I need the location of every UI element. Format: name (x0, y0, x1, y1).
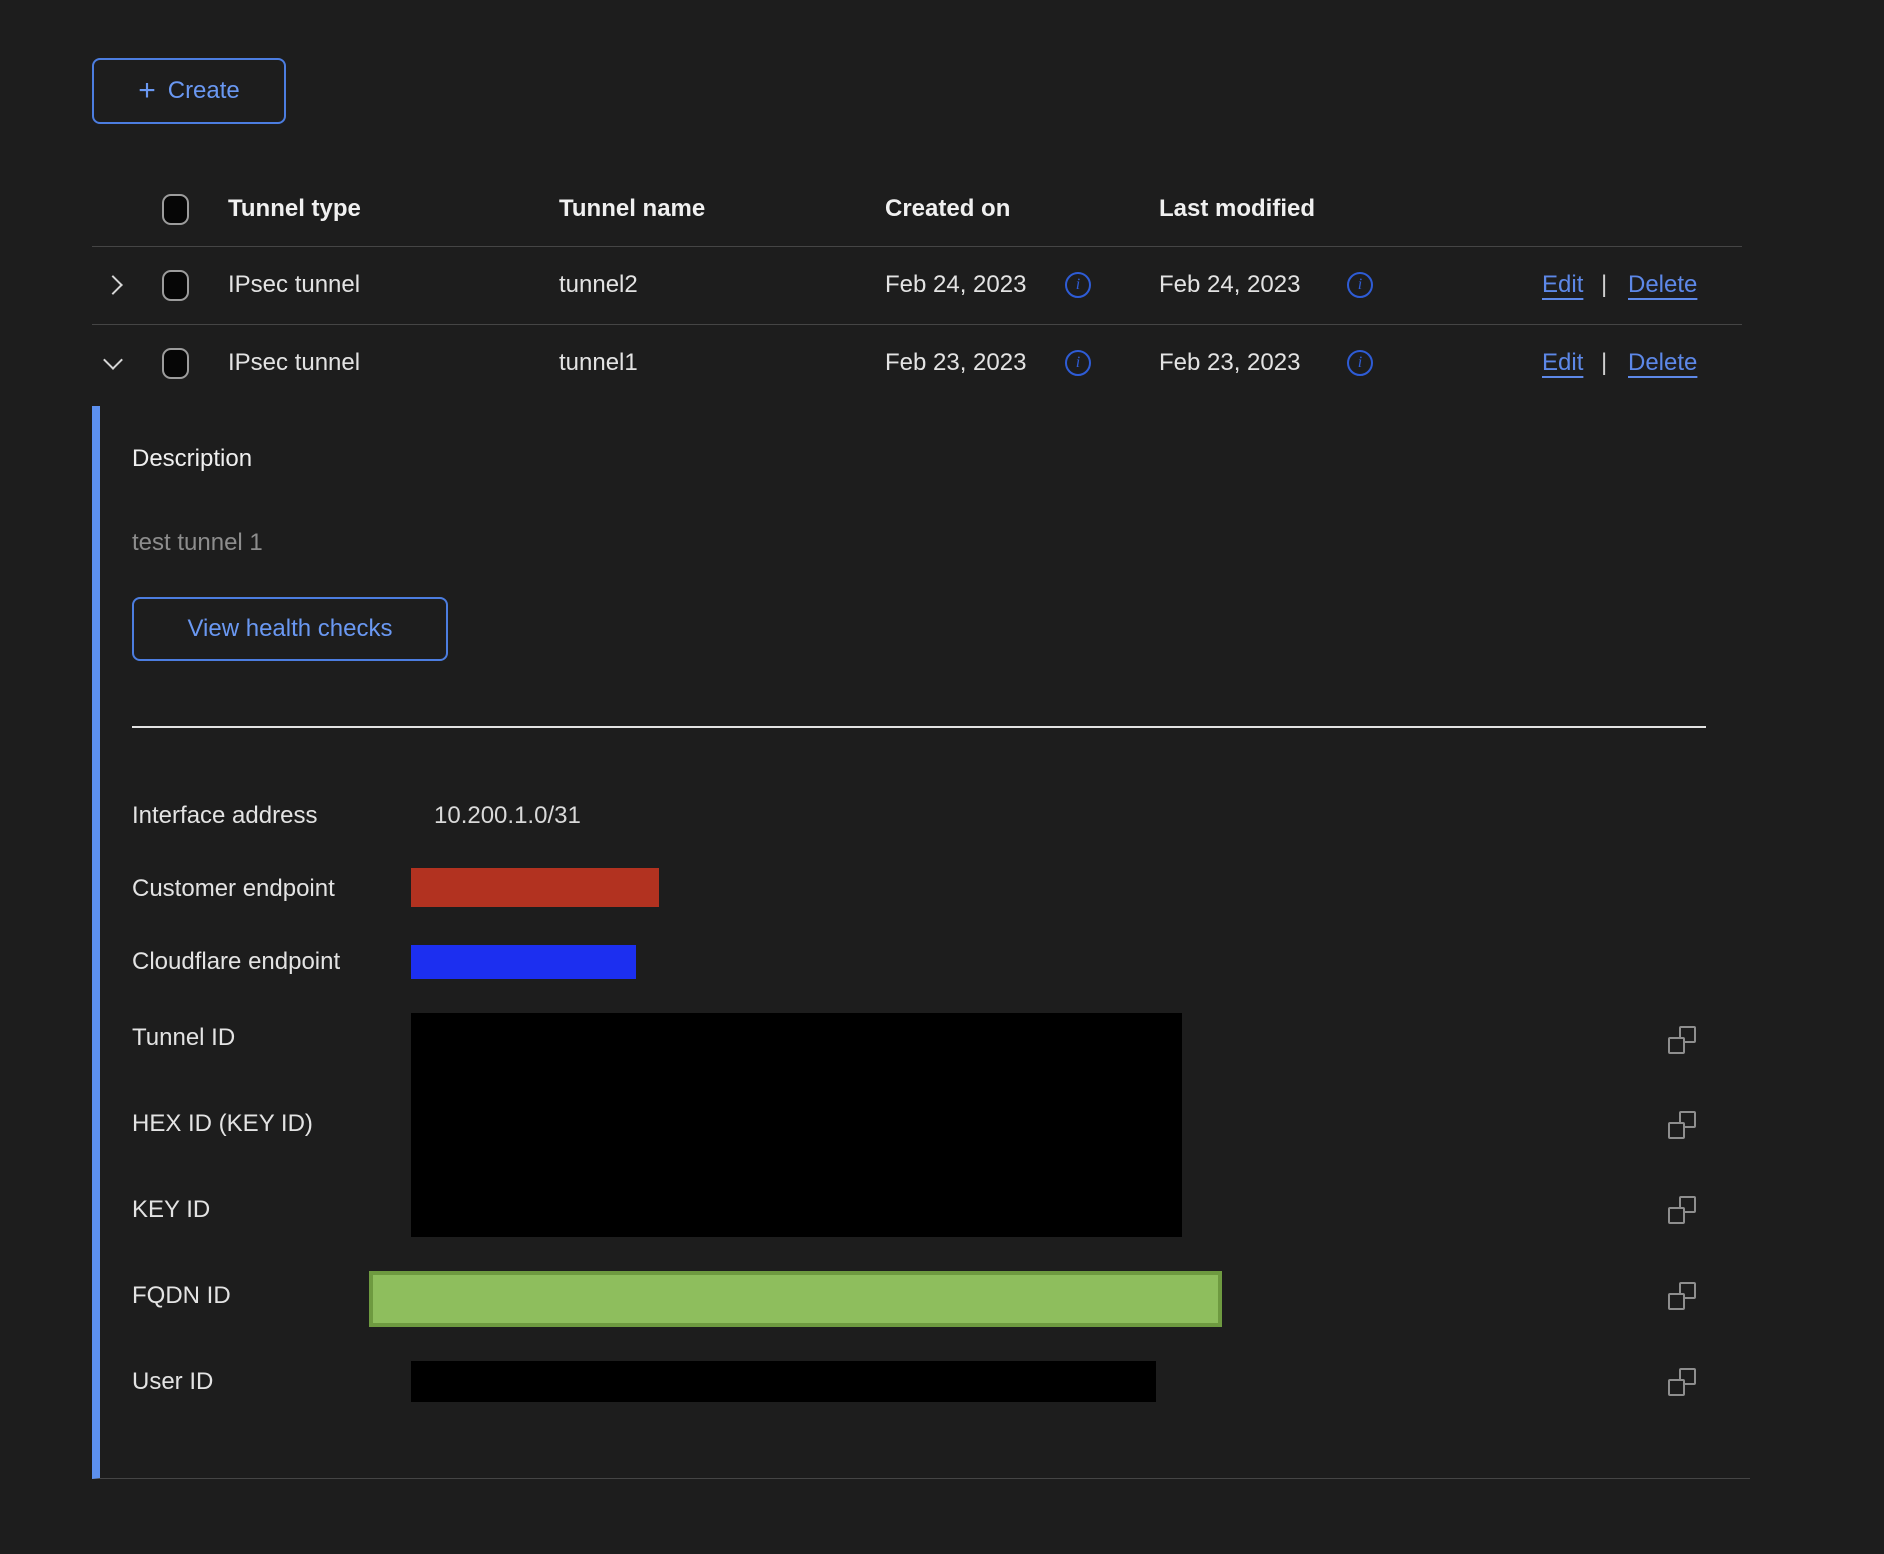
table-header-row: Tunnel type Tunnel name Created on Last … (92, 171, 1742, 247)
user-id-label: User ID (132, 1367, 213, 1397)
table-row: IPsec tunnel tunnel2 Feb 24, 2023 Feb 24… (92, 246, 1742, 325)
cloudflare-endpoint-label: Cloudflare endpoint (132, 947, 340, 977)
copy-icon-front-square (1668, 1293, 1685, 1310)
create-button-label: Create (168, 77, 240, 105)
created-on-cell: Feb 23, 2023 (885, 348, 1026, 378)
edit-link[interactable]: Edit (1542, 270, 1583, 300)
collapse-chevron-down-icon[interactable] (100, 350, 126, 376)
copy-icon-front-square (1668, 1207, 1685, 1224)
created-on-cell: Feb 24, 2023 (885, 270, 1026, 300)
tunnel-type-cell: IPsec tunnel (228, 348, 360, 378)
customer-endpoint-redacted-value (411, 868, 659, 907)
copy-icon[interactable] (1668, 1026, 1696, 1054)
column-header-tunnel-type: Tunnel type (228, 194, 361, 224)
description-label: Description (132, 444, 252, 474)
edit-link[interactable]: Edit (1542, 348, 1583, 378)
last-modified-cell: Feb 24, 2023 (1159, 270, 1300, 300)
copy-icon[interactable] (1668, 1282, 1696, 1310)
column-header-tunnel-name: Tunnel name (559, 194, 705, 224)
actions-separator: | (1601, 270, 1607, 300)
interface-address-label: Interface address (132, 801, 317, 831)
copy-icon[interactable] (1668, 1111, 1696, 1139)
plus-icon: + (138, 76, 156, 106)
actions-separator: | (1601, 348, 1607, 378)
fqdn-id-redacted-value (369, 1271, 1222, 1327)
last-modified-cell: Feb 23, 2023 (1159, 348, 1300, 378)
row-checkbox[interactable] (162, 270, 189, 301)
delete-link[interactable]: Delete (1628, 270, 1697, 300)
interface-address-value: 10.200.1.0/31 (434, 801, 581, 831)
tunnel-type-cell: IPsec tunnel (228, 270, 360, 300)
customer-endpoint-label: Customer endpoint (132, 874, 335, 904)
view-health-checks-label: View health checks (187, 615, 392, 643)
select-all-checkbox[interactable] (162, 194, 189, 225)
cloudflare-endpoint-redacted-value (411, 945, 636, 979)
info-icon[interactable] (1065, 350, 1091, 376)
expand-chevron-right-icon[interactable] (100, 272, 126, 298)
row-checkbox[interactable] (162, 348, 189, 379)
delete-link[interactable]: Delete (1628, 348, 1697, 378)
column-header-last-modified: Last modified (1159, 194, 1315, 224)
ipsec-tunnels-page: + Create Tunnel type Tunnel name Created… (0, 0, 1884, 1554)
description-value: test tunnel 1 (132, 528, 263, 558)
table-row: IPsec tunnel tunnel1 Feb 23, 2023 Feb 23… (92, 324, 1742, 402)
column-header-created-on: Created on (885, 194, 1010, 224)
key-id-label: KEY ID (132, 1195, 210, 1225)
user-id-redacted-value (411, 1361, 1156, 1402)
copy-icon-front-square (1668, 1122, 1685, 1139)
view-health-checks-button[interactable]: View health checks (132, 597, 448, 661)
copy-icon[interactable] (1668, 1196, 1696, 1224)
fqdn-id-label: FQDN ID (132, 1281, 231, 1311)
info-icon[interactable] (1347, 350, 1373, 376)
tunnel-ids-redacted-block (411, 1013, 1182, 1237)
hex-id-label: HEX ID (KEY ID) (132, 1109, 313, 1139)
tunnel-name-cell: tunnel2 (559, 270, 638, 300)
copy-icon-front-square (1668, 1379, 1685, 1396)
copy-icon-front-square (1668, 1037, 1685, 1054)
info-icon[interactable] (1065, 272, 1091, 298)
tunnel-name-cell: tunnel1 (559, 348, 638, 378)
section-divider (132, 726, 1706, 728)
create-button[interactable]: + Create (92, 58, 286, 124)
copy-icon[interactable] (1668, 1368, 1696, 1396)
info-icon[interactable] (1347, 272, 1373, 298)
tunnel-id-label: Tunnel ID (132, 1023, 235, 1053)
tunnel-details-panel: Description test tunnel 1 View health ch… (92, 406, 1750, 1479)
